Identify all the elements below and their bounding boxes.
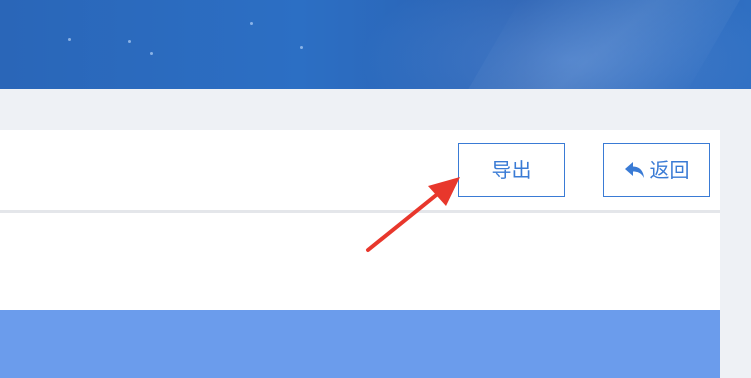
table-header-bar <box>0 310 720 378</box>
banner-dot <box>128 40 131 43</box>
top-banner <box>0 0 751 89</box>
banner-dot <box>68 38 71 41</box>
banner-dot <box>300 46 303 49</box>
export-button[interactable]: 导出 <box>458 143 565 197</box>
banner-dot <box>250 22 253 25</box>
banner-dot <box>150 52 153 55</box>
export-button-label: 导出 <box>491 158 532 182</box>
back-button-label: 返回 <box>649 158 690 182</box>
annotation-arrow <box>366 177 460 252</box>
undo-arrow-icon <box>624 162 644 178</box>
back-button[interactable]: 返回 <box>603 143 710 197</box>
